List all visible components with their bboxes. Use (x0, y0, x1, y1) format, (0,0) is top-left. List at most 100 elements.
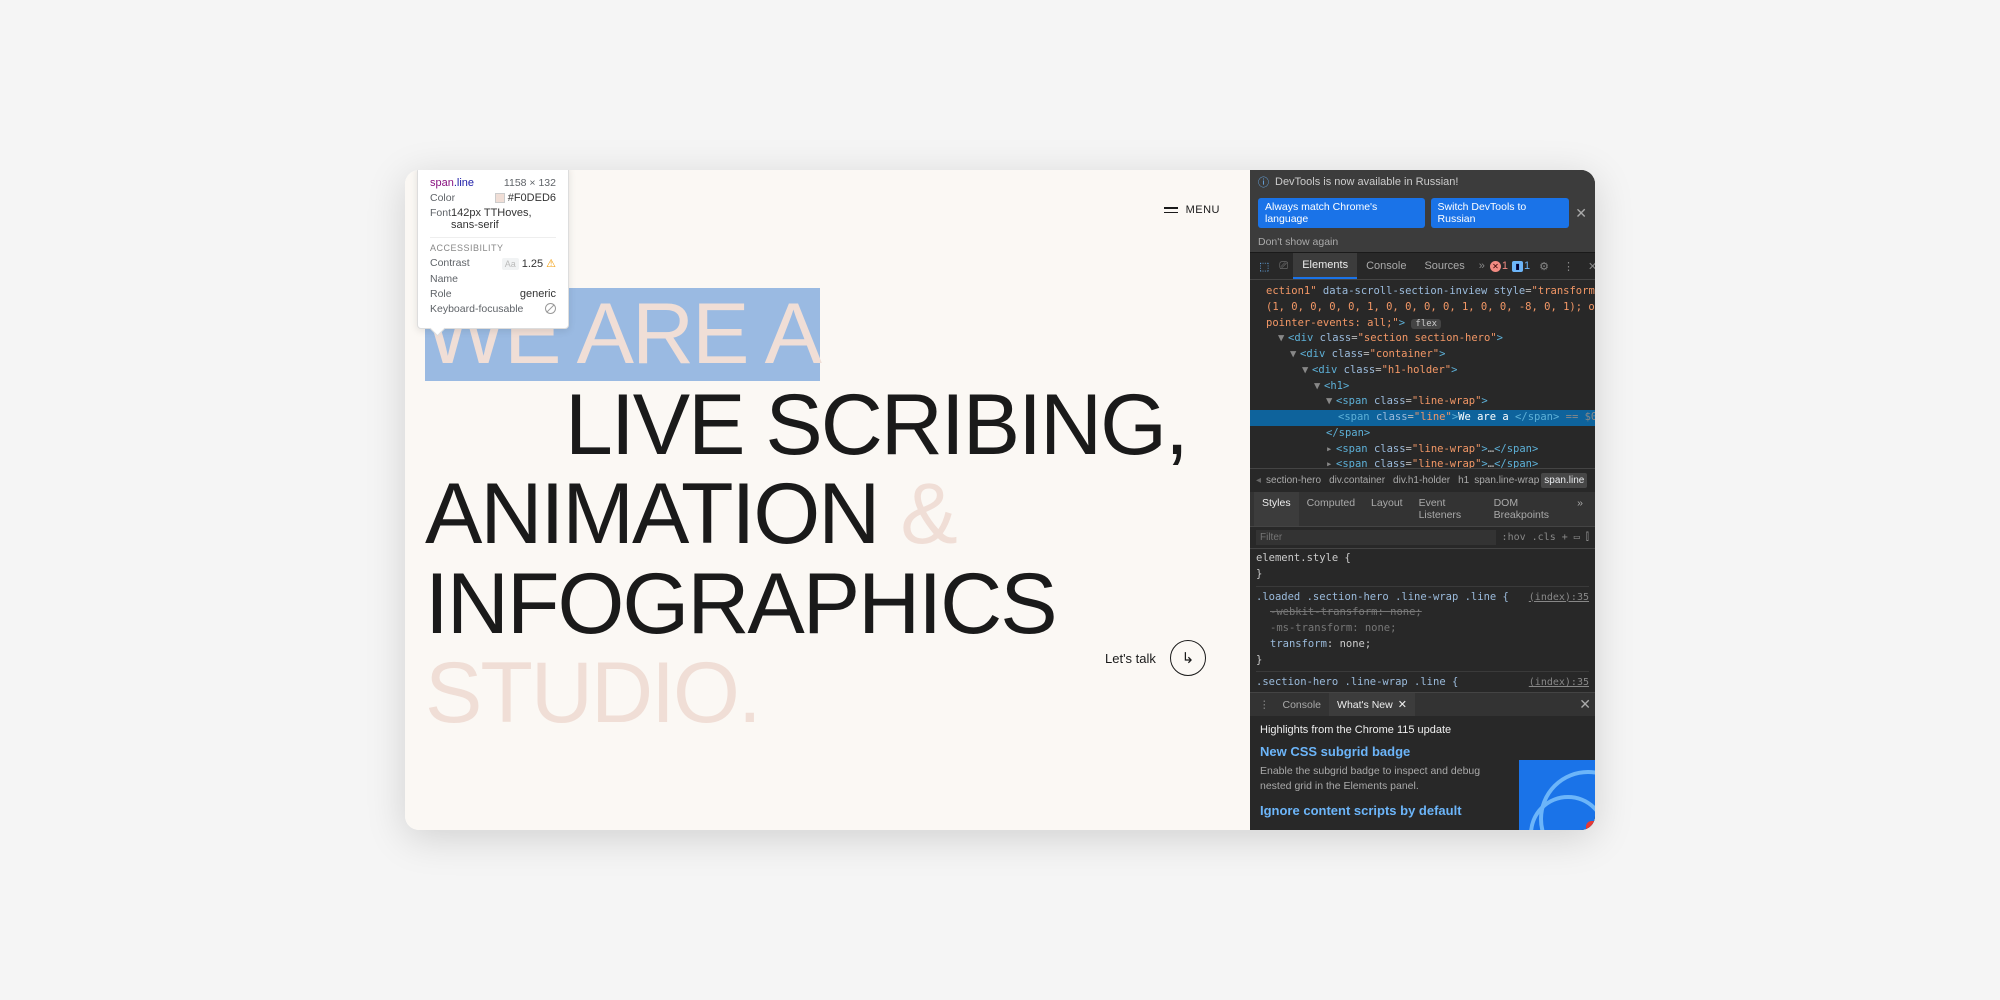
devtools-main-tabs: ⬚ ⎚ Elements Console Sources » ✕1 ▮1 ⚙ ⋮… (1250, 253, 1595, 280)
crumb[interactable]: div.container (1326, 473, 1388, 488)
dom-line[interactable]: pointer-events: all;"> flex (1250, 316, 1595, 332)
whats-new-panel: Highlights from the Chrome 115 update Ne… (1250, 716, 1595, 830)
tooltip-font-value: 142px TTHoves, sans-serif (451, 207, 556, 231)
styles-filter-input[interactable] (1256, 530, 1496, 545)
styles-filter-bar: :hov .cls + ▭ ⫿ (1250, 527, 1595, 549)
drawer-console-tab[interactable]: Console (1275, 694, 1330, 716)
contrast-value: Aa1.25⚠ (502, 257, 556, 270)
corner-accent-icon (1586, 821, 1595, 830)
error-count-badge[interactable]: ✕1 (1490, 260, 1508, 272)
name-label: Name (430, 273, 458, 285)
new-rule-icon[interactable]: + (1562, 532, 1568, 543)
warning-icon: ⚠ (546, 258, 556, 270)
styles-tab[interactable]: Styles (1254, 492, 1299, 526)
event-listeners-tab[interactable]: Event Listeners (1411, 492, 1486, 526)
lets-talk-cta[interactable]: Let's talk ↳ (1105, 640, 1206, 676)
menu-button[interactable]: MENU (1164, 204, 1220, 216)
styles-pane[interactable]: element.style {} (index):35 .loaded .sec… (1250, 549, 1595, 692)
dom-line[interactable]: ▼<div class="container"> (1250, 347, 1595, 363)
banner-text: DevTools is now available in Russian! (1275, 176, 1458, 188)
close-tab-icon[interactable]: ✕ (1398, 698, 1407, 711)
tab-console[interactable]: Console (1357, 254, 1415, 278)
arrow-icon[interactable]: ↳ (1170, 640, 1206, 676)
color-swatch-icon (495, 193, 505, 203)
more-styles-tabs-icon[interactable]: » (1569, 492, 1591, 526)
dom-line[interactable]: ▼<div class="h1-holder"> (1250, 363, 1595, 379)
crumb[interactable]: div.h1-holder (1390, 473, 1453, 488)
element-style-rule[interactable]: element.style {} (1256, 551, 1589, 587)
tooltip-color-label: Color (430, 192, 455, 204)
scroll-left-icon[interactable]: ◂ (1256, 475, 1261, 486)
more-tabs-icon[interactable]: » (1474, 254, 1490, 278)
crumb[interactable]: span.line-wrap (1474, 475, 1539, 486)
render-icon[interactable]: ⫿ (1586, 532, 1589, 543)
dom-tree[interactable]: ection1" data-scroll-section-inview styl… (1250, 280, 1595, 468)
match-language-button[interactable]: Always match Chrome's language (1258, 198, 1425, 228)
css-rule[interactable]: (index):35 .loaded .section-hero .line-w… (1256, 590, 1589, 673)
settings-icon[interactable]: ⚙ (1534, 254, 1554, 279)
menu-label: MENU (1186, 204, 1220, 216)
crumb[interactable]: h1 (1455, 473, 1472, 488)
issue-count-badge[interactable]: ▮1 (1512, 260, 1530, 272)
drawer-whatsnew-tab[interactable]: What's New✕ (1329, 693, 1415, 716)
dom-selected-line[interactable]: <span class="line">We are a </span> == $… (1250, 410, 1595, 426)
feature-title[interactable]: New CSS subgrid badge (1260, 744, 1585, 759)
webpage-viewport: MENU span.line 1158 × 132 Color #F0DED6 F… (405, 170, 1250, 830)
dom-line[interactable]: ▸<span class="line-wrap">…</span> (1250, 442, 1595, 458)
device-toolbar-icon[interactable]: ⎚ (1274, 254, 1293, 279)
close-banner-icon[interactable]: ✕ (1575, 205, 1587, 222)
source-link[interactable]: (index):35 (1529, 590, 1589, 605)
language-actions-banner: Always match Chrome's language Switch De… (1250, 194, 1595, 232)
dom-line[interactable]: ▸<span class="line-wrap">…</span> (1250, 457, 1595, 468)
dom-breadcrumb: ◂ section-hero div.container div.h1-hold… (1250, 468, 1595, 492)
tooltip-color-value: #F0DED6 (495, 192, 556, 204)
switch-russian-button[interactable]: Switch DevTools to Russian (1431, 198, 1570, 228)
dom-line[interactable]: ▼<span class="line-wrap"> (1250, 394, 1595, 410)
dom-line[interactable]: ▼<div class="section section-hero"> (1250, 331, 1595, 347)
crumb-selected[interactable]: span.line (1541, 473, 1587, 488)
more-options-icon[interactable]: ⋮ (1558, 254, 1579, 279)
aa-badge-icon: Aa (502, 258, 519, 270)
not-focusable-icon (545, 303, 556, 314)
a11y-heading: ACCESSIBILITY (430, 237, 556, 253)
tooltip-selector: span.line (430, 177, 474, 189)
cls-toggle[interactable]: .cls (1532, 532, 1556, 543)
whatsnew-heading: Highlights from the Chrome 115 update (1260, 724, 1585, 736)
element-inspector-tooltip: span.line 1158 × 132 Color #F0DED6 Font14… (417, 170, 569, 329)
feature-desc: Enable the subgrid badge to inspect and … (1260, 764, 1500, 793)
kbd-label: Keyboard-focusable (430, 303, 523, 315)
close-devtools-icon[interactable]: ✕ (1583, 254, 1595, 279)
tab-elements[interactable]: Elements (1293, 253, 1357, 279)
dont-show-banner[interactable]: Don't show again (1250, 232, 1595, 253)
hero-line-3: ANIMATION & (425, 470, 1240, 559)
css-rule[interactable]: (index):35 .section-hero .line-wrap .lin… (1256, 675, 1589, 692)
source-link[interactable]: (index):35 (1529, 675, 1589, 690)
close-drawer-icon[interactable]: ✕ (1579, 696, 1591, 713)
drawer-tab-bar: ⋮ Console What's New✕ ✕ (1250, 692, 1595, 716)
dom-line[interactable]: ▼<h1> (1250, 379, 1595, 395)
computed-toggle-icon[interactable]: ▭ (1574, 532, 1580, 543)
dom-line[interactable]: ection1" data-scroll-section-inview styl… (1250, 284, 1595, 300)
flex-badge[interactable]: flex (1411, 319, 1441, 329)
drawer-menu-icon[interactable]: ⋮ (1254, 694, 1275, 716)
crumb[interactable]: section-hero (1263, 473, 1324, 488)
devtools-language-banner: ⓘ DevTools is now available in Russian! (1250, 170, 1595, 194)
tab-sources[interactable]: Sources (1415, 254, 1473, 278)
layout-tab[interactable]: Layout (1363, 492, 1411, 526)
info-icon: ⓘ (1258, 174, 1269, 190)
dom-line[interactable]: </span> (1250, 426, 1595, 442)
hero-line-2: LIVE SCRIBING, (425, 381, 1240, 470)
hamburger-icon (1164, 207, 1178, 213)
lets-talk-label: Let's talk (1105, 651, 1156, 666)
tooltip-dimensions: 1158 × 132 (504, 177, 556, 189)
role-value: generic (520, 288, 556, 300)
tooltip-font-label: Font (430, 207, 451, 231)
dom-line[interactable]: (1, 0, 0, 0, 0, 1, 0, 0, 0, 0, 1, 0, 0, … (1250, 300, 1595, 316)
devtools-panel: ⓘ DevTools is now available in Russian! … (1250, 170, 1595, 830)
computed-tab[interactable]: Computed (1299, 492, 1363, 526)
browser-devtools-window: MENU span.line 1158 × 132 Color #F0DED6 F… (405, 170, 1595, 830)
dom-breakpoints-tab[interactable]: DOM Breakpoints (1486, 492, 1570, 526)
hov-toggle[interactable]: :hov (1502, 532, 1526, 543)
feature-thumbnail (1519, 760, 1595, 830)
inspect-tool-icon[interactable]: ⬚ (1254, 254, 1274, 279)
